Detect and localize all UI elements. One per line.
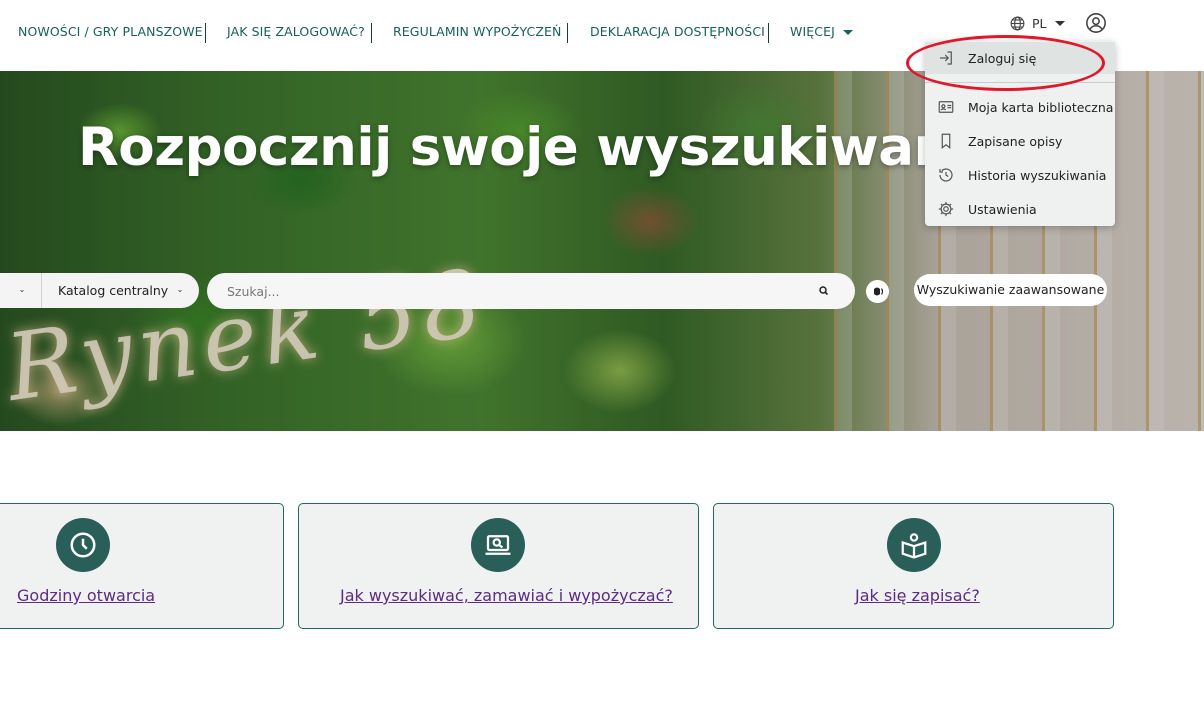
search-box bbox=[207, 273, 855, 309]
menu-item-label: Zaloguj się bbox=[968, 51, 1037, 66]
language-code: PL bbox=[1032, 15, 1047, 31]
menu-item-settings[interactable]: Ustawienia bbox=[925, 193, 1115, 225]
language-selector[interactable]: PL bbox=[1009, 13, 1065, 33]
nav-separator bbox=[567, 23, 568, 43]
settings-icon bbox=[938, 201, 954, 217]
nav-link-accessibility[interactable]: DEKLARACJA DOSTĘPNOŚCI bbox=[590, 24, 765, 39]
card-icon-circle bbox=[56, 518, 110, 572]
card-icon-circle bbox=[887, 518, 941, 572]
chevron-down-icon: ⌄ bbox=[16, 284, 28, 296]
nav-link-loan-rules[interactable]: REGULAMIN WYPOŻYCZEŃ bbox=[393, 24, 561, 39]
menu-item-label: Moja karta biblioteczna bbox=[968, 100, 1114, 115]
laptop-search-icon bbox=[485, 535, 511, 555]
advanced-search-button[interactable]: Wyszukiwanie zaawansowane bbox=[914, 274, 1107, 306]
menu-divider bbox=[925, 82, 1115, 83]
menu-item-saved-records[interactable]: Zapisane opisy bbox=[925, 125, 1115, 157]
library-card-icon bbox=[938, 101, 954, 113]
voice-search-icon[interactable] bbox=[866, 280, 889, 303]
card-how-to-search[interactable]: Jak wyszukiwać, zamawiać i wypożyczać? bbox=[298, 503, 699, 629]
card-link-how-to-search[interactable]: Jak wyszukiwać, zamawiać i wypożyczać? bbox=[340, 586, 673, 605]
bookmark-icon bbox=[941, 133, 951, 149]
nav-link-news-board-games[interactable]: NOWOŚCI / GRY PLANSZOWE bbox=[18, 24, 203, 39]
nav-link-how-to-login[interactable]: JAK SIĘ ZALOGOWAĆ? bbox=[227, 24, 365, 39]
nav-separator bbox=[768, 23, 769, 43]
hero-title: Rozpocznij swoje wyszukiwanie bbox=[78, 117, 1004, 178]
card-opening-hours[interactable]: Godziny otwarcia bbox=[0, 503, 284, 629]
menu-item-search-history[interactable]: Historia wyszukiwania bbox=[925, 159, 1115, 191]
globe-icon bbox=[1010, 16, 1025, 30]
card-link-opening-hours[interactable]: Godziny otwarcia bbox=[17, 586, 155, 605]
catalog-select-value: Katalog centralny bbox=[58, 283, 169, 298]
caret-down-icon bbox=[1054, 20, 1065, 26]
nav-separator bbox=[371, 23, 372, 43]
card-icon-circle bbox=[471, 518, 525, 572]
book-reader-icon bbox=[901, 533, 927, 559]
user-menu-dropdown: Zaloguj się Moja karta biblioteczna Zapi… bbox=[925, 41, 1115, 226]
card-link-how-to-register[interactable]: Jak się zapisać? bbox=[855, 586, 980, 605]
history-icon bbox=[939, 168, 953, 182]
clock-icon bbox=[70, 532, 96, 558]
nav-link-more[interactable]: WIĘCEJ bbox=[790, 24, 835, 39]
caret-down-icon[interactable] bbox=[843, 30, 853, 35]
nav-separator bbox=[205, 23, 206, 43]
login-icon bbox=[940, 51, 952, 65]
search-icon[interactable] bbox=[813, 280, 835, 302]
chevron-down-icon: ⌄ bbox=[174, 284, 186, 296]
card-how-to-register[interactable]: Jak się zapisać? bbox=[713, 503, 1114, 629]
user-circle-icon[interactable] bbox=[1085, 12, 1107, 34]
search-input[interactable] bbox=[227, 273, 807, 309]
menu-item-label: Ustawienia bbox=[968, 202, 1037, 217]
menu-item-label: Zapisane opisy bbox=[968, 134, 1063, 149]
menu-item-library-card[interactable]: Moja karta biblioteczna bbox=[925, 91, 1115, 123]
menu-item-login[interactable]: Zaloguj się bbox=[925, 42, 1115, 74]
menu-item-label: Historia wyszukiwania bbox=[968, 168, 1107, 183]
